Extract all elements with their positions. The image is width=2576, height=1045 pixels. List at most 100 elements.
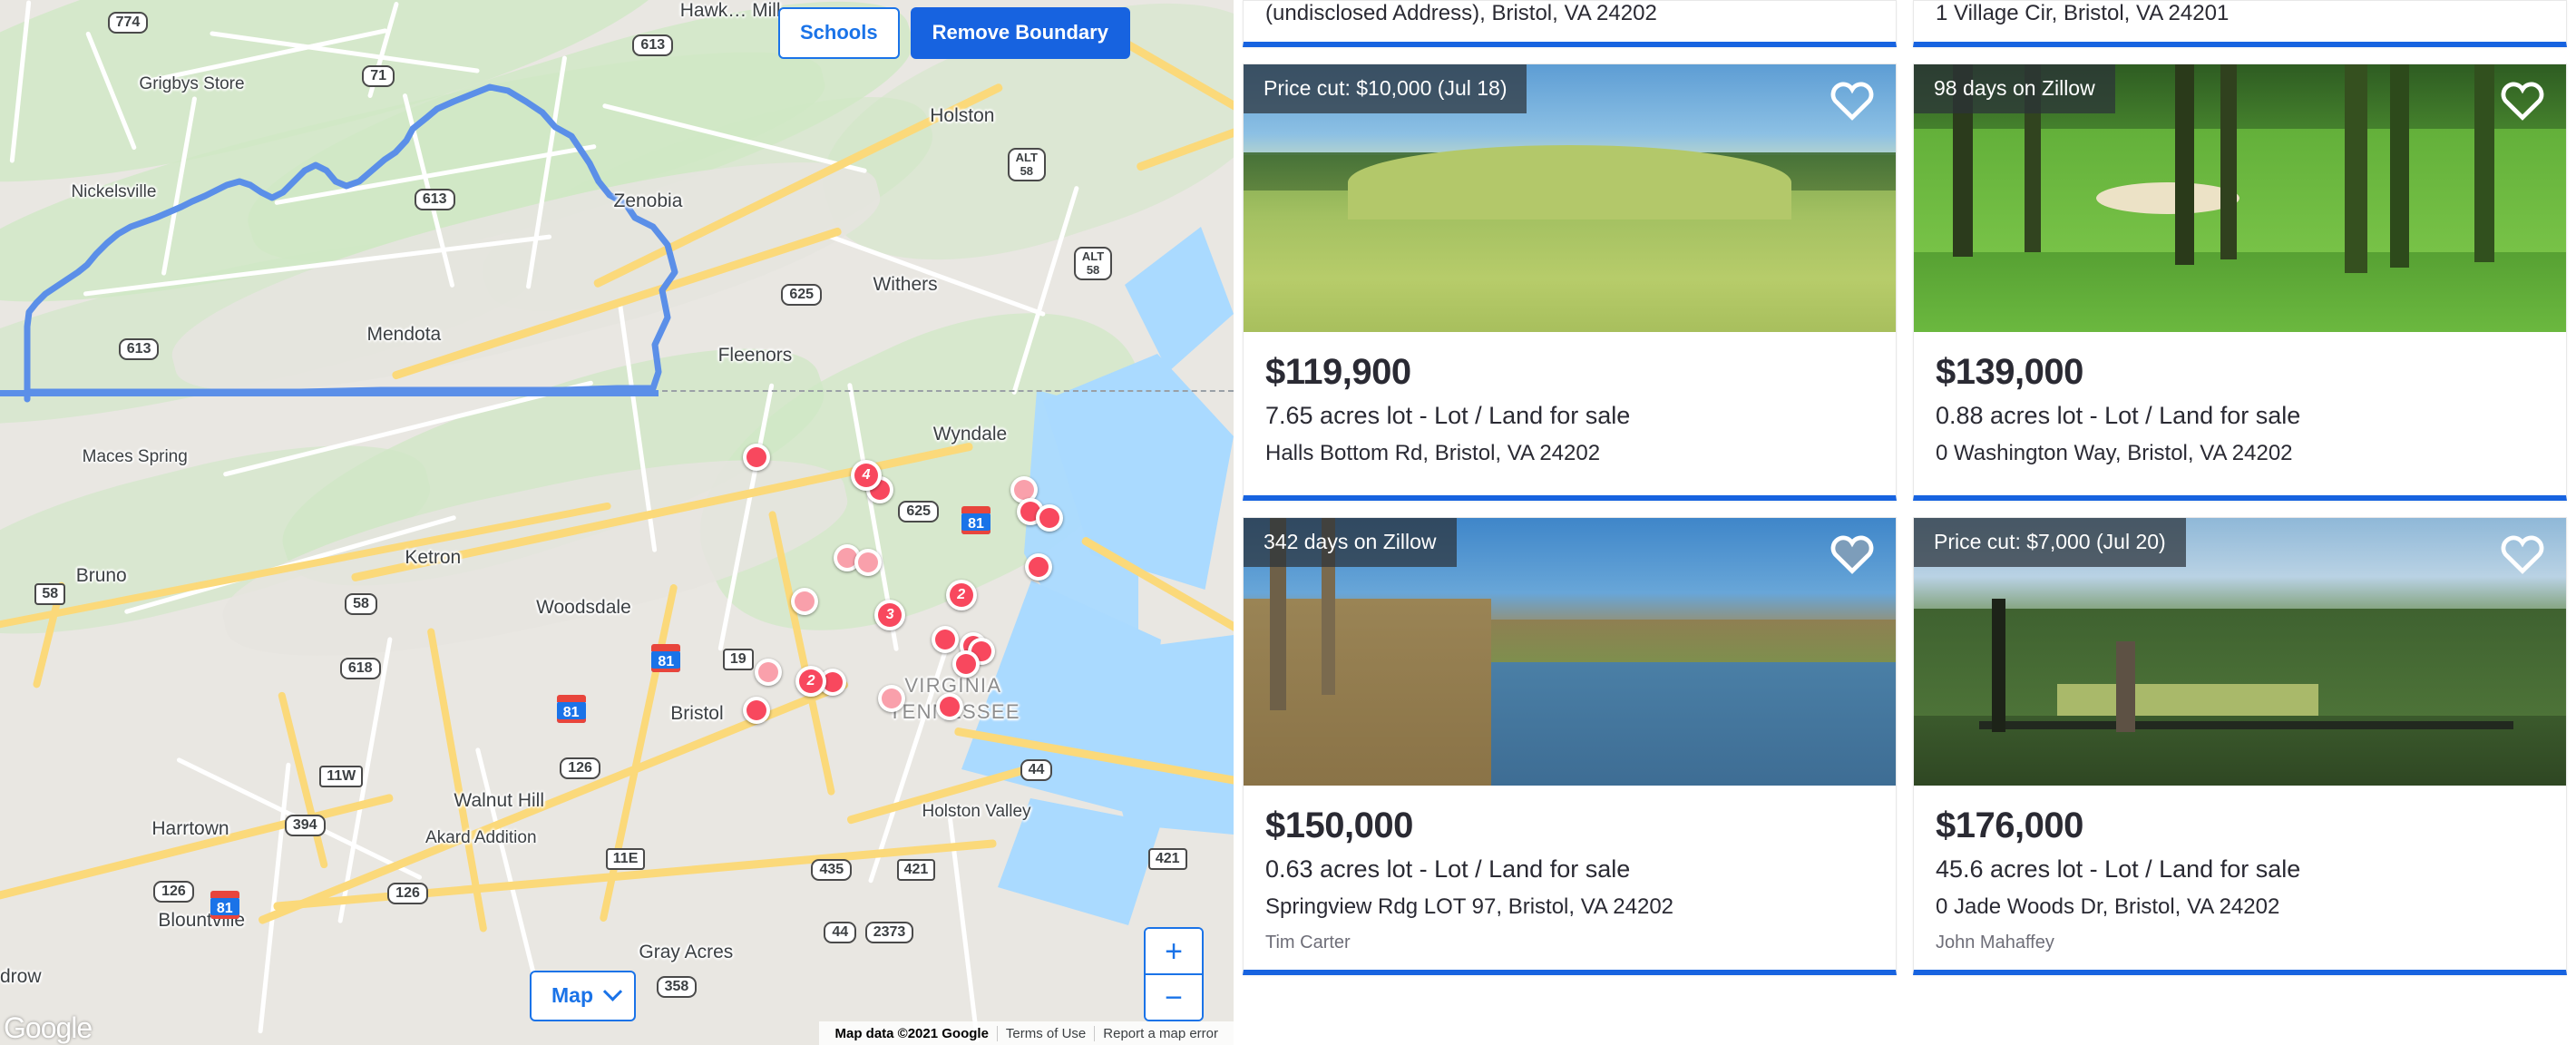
route-shield-774-0: 774 bbox=[107, 11, 149, 34]
route-shield-435-20: 435 bbox=[811, 859, 853, 882]
listing-card[interactable]: 98 days on Zillow $139,000 0.88 acres lo… bbox=[1913, 63, 2567, 501]
route-shield-625-7: 625 bbox=[781, 284, 823, 307]
route-shield-613-4: 613 bbox=[118, 338, 160, 361]
listing-card[interactable]: (undisclosed Address), Bristol, VA 24202 bbox=[1243, 0, 1897, 47]
route-shield-618-12: 618 bbox=[339, 657, 381, 679]
map-marker-property[interactable] bbox=[951, 650, 980, 679]
schools-button[interactable]: Schools bbox=[778, 7, 900, 59]
listing-info: (undisclosed Address), Bristol, VA 24202 bbox=[1244, 1, 1896, 42]
listing-facts: 7.65 acres lot - Lot / Land for sale bbox=[1265, 402, 1631, 429]
route-shield-81-9: 81 bbox=[961, 506, 990, 535]
place-label-zenobia: Zenobia bbox=[613, 190, 683, 212]
route-shield-421-30: 421 bbox=[1147, 847, 1187, 870]
listing-info: $139,000 0.88 acres lot - Lot / Land for… bbox=[1914, 332, 2566, 495]
listing-badge: Price cut: $10,000 (Jul 18) bbox=[1244, 64, 1527, 113]
route-shield-613-3: 613 bbox=[414, 189, 455, 211]
map-top-controls: Schools Remove Boundary bbox=[778, 7, 1130, 59]
route-shield-alt-58-5: ALT 58 bbox=[1007, 148, 1046, 182]
listing-address: Springview Rdg LOT 97, Bristol, VA 24202 bbox=[1265, 894, 1674, 919]
place-label-ketron: Ketron bbox=[405, 547, 462, 569]
map-marker-property[interactable] bbox=[854, 548, 882, 576]
route-shield-421-21: 421 bbox=[896, 859, 936, 882]
listing-card[interactable]: 342 days on Zillow $150,000 0.63 acres l… bbox=[1243, 517, 1897, 975]
map-marker-property[interactable] bbox=[877, 685, 905, 713]
route-shield-2373-27: 2373 bbox=[864, 922, 914, 944]
route-shield-126-23: 126 bbox=[153, 880, 194, 903]
route-shield-625-8: 625 bbox=[898, 501, 940, 523]
route-shield-44-22: 44 bbox=[1020, 758, 1053, 781]
listing-card[interactable]: Price cut: $10,000 (Jul 18) $119,900 7.6… bbox=[1243, 63, 1897, 501]
place-label-mendota: Mendota bbox=[366, 323, 442, 345]
place-label-grigbys-store: Grigbys Store bbox=[139, 73, 245, 93]
listing-badge: 342 days on Zillow bbox=[1244, 518, 1457, 567]
place-label-nickelsville: Nickelsville bbox=[71, 182, 157, 202]
favorite-heart-icon[interactable] bbox=[2499, 531, 2546, 579]
listing-photo[interactable]: Price cut: $7,000 (Jul 20) bbox=[1914, 518, 2566, 786]
route-shield-19-14: 19 bbox=[722, 649, 754, 671]
map-marker-cluster[interactable]: 2 bbox=[945, 580, 977, 611]
place-label-walnut-hill: Walnut Hill bbox=[454, 790, 544, 812]
state-line bbox=[653, 390, 1234, 392]
listing-card[interactable]: 1 Village Cir, Bristol, VA 24201 bbox=[1913, 0, 2567, 47]
map-canvas[interactable]: 774 71 613 613 613 ALT 58 ALT 58 625 625 81 58 58 618 8… bbox=[0, 0, 1234, 1045]
listing-badge: 98 days on Zillow bbox=[1914, 64, 2115, 113]
place-label-maces-spring: Maces Spring bbox=[82, 446, 188, 466]
map-pane[interactable]: 774 71 613 613 613 ALT 58 ALT 58 625 625 81 58 58 618 8… bbox=[0, 0, 1234, 1045]
listing-address: 1 Village Cir, Bristol, VA 24201 bbox=[1936, 1, 2230, 25]
route-shield-394-18: 394 bbox=[284, 815, 326, 837]
place-label-gray-acres: Gray Acres bbox=[639, 941, 734, 962]
map-marker-property[interactable] bbox=[931, 626, 959, 654]
listing-info: $176,000 45.6 acres lot - Lot / Land for… bbox=[1914, 786, 2566, 970]
listing-info: $150,000 0.63 acres lot - Lot / Land for… bbox=[1244, 786, 1896, 970]
map-attribution: Map data ©2021 Google Terms of Use Repor… bbox=[819, 1021, 1234, 1045]
place-label-fleenors: Fleenors bbox=[717, 345, 793, 366]
route-shield-358-28: 358 bbox=[656, 975, 698, 998]
listing-price: $150,000 bbox=[1265, 806, 1413, 845]
route-shield-126-16: 126 bbox=[560, 757, 600, 780]
route-shield-58-10: 58 bbox=[34, 583, 66, 606]
place-label-bristol: Bristol bbox=[670, 703, 724, 725]
listing-results-pane[interactable]: (undisclosed Address), Bristol, VA 24202… bbox=[1234, 0, 2576, 1045]
map-type-label: Map bbox=[551, 983, 593, 1007]
listing-badge: Price cut: $7,000 (Jul 20) bbox=[1914, 518, 2186, 567]
listing-price: $139,000 bbox=[1936, 352, 2083, 392]
chevron-down-icon bbox=[602, 982, 623, 1001]
route-shield-11w-17: 11W bbox=[319, 766, 364, 788]
place-label-wyndale: Wyndale bbox=[932, 424, 1008, 445]
map-type-button[interactable]: Map bbox=[530, 971, 636, 1021]
terms-of-use-link[interactable]: Terms of Use bbox=[998, 1026, 1094, 1041]
listing-facts: 45.6 acres lot - Lot / Land for sale bbox=[1936, 855, 2301, 883]
zoom-out-button[interactable]: − bbox=[1146, 975, 1202, 1020]
listing-price: $176,000 bbox=[1936, 806, 2083, 845]
route-shield-613-2: 613 bbox=[632, 34, 674, 57]
map-marker-cluster[interactable]: 2 bbox=[795, 665, 827, 697]
map-marker-property[interactable] bbox=[754, 659, 782, 687]
route-shield-126-24: 126 bbox=[387, 882, 428, 904]
zoom-controls[interactable]: + − bbox=[1144, 927, 1204, 1021]
place-label-harrtown: Harrtown bbox=[151, 818, 229, 840]
map-marker-cluster[interactable]: 4 bbox=[851, 460, 883, 492]
favorite-heart-icon[interactable] bbox=[2499, 77, 2546, 125]
listing-info: $119,900 7.65 acres lot - Lot / Land for… bbox=[1244, 332, 1896, 495]
favorite-heart-icon[interactable] bbox=[1829, 77, 1876, 125]
listing-facts: 0.63 acres lot - Lot / Land for sale bbox=[1265, 855, 1631, 883]
place-label-holston-valley: Holston Valley bbox=[922, 801, 1031, 821]
listing-grid: (undisclosed Address), Bristol, VA 24202… bbox=[1234, 0, 2576, 991]
listing-address: 0 Jade Woods Dr, Bristol, VA 24202 bbox=[1936, 894, 2280, 919]
route-shield-71-1: 71 bbox=[362, 65, 395, 88]
state-line-solid bbox=[0, 390, 659, 396]
route-shield-58-11: 58 bbox=[345, 592, 377, 615]
map-marker-property[interactable] bbox=[1036, 504, 1064, 532]
listing-agent: John Mahaffey bbox=[1936, 933, 2054, 952]
zillow-search-page: 774 71 613 613 613 ALT 58 ALT 58 625 625 81 58 58 618 8… bbox=[0, 0, 2576, 1045]
listing-photo[interactable]: 98 days on Zillow bbox=[1914, 64, 2566, 332]
favorite-heart-icon[interactable] bbox=[1829, 531, 1876, 579]
listing-address: 0 Washington Way, Bristol, VA 24202 bbox=[1936, 441, 2293, 465]
zoom-in-button[interactable]: + bbox=[1146, 929, 1202, 973]
remove-boundary-button[interactable]: Remove Boundary bbox=[910, 7, 1130, 59]
listing-photo[interactable]: Price cut: $10,000 (Jul 18) bbox=[1244, 64, 1896, 332]
listing-photo[interactable]: 342 days on Zillow bbox=[1244, 518, 1896, 786]
listing-card[interactable]: Price cut: $7,000 (Jul 20) $176,000 45.6… bbox=[1913, 517, 2567, 975]
report-map-error-link[interactable]: Report a map error bbox=[1095, 1026, 1226, 1041]
route-shield-81-13: 81 bbox=[651, 644, 681, 673]
